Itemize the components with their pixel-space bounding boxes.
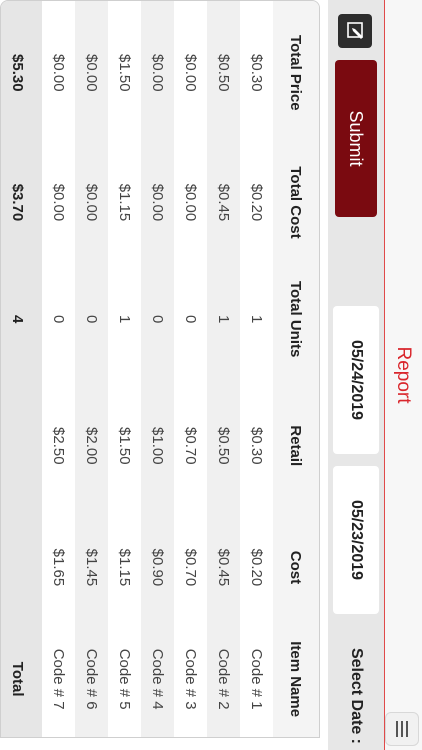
menu-button[interactable]	[385, 712, 419, 746]
total-price: $5.30	[0, 1, 42, 145]
end-date-field[interactable]: 05/24/2019	[333, 306, 379, 454]
edit-button[interactable]	[338, 14, 372, 48]
select-date-label: Select Date :	[348, 647, 365, 744]
header-total-cost: Total Cost	[273, 144, 319, 261]
cell-retail: $1.50	[108, 377, 141, 514]
table-row: Code # 7 $1.65 $2.50 0 $0.00 $0.00	[42, 1, 75, 737]
table-row: Code # 1 $0.20 $0.30 1 $0.20 $0.30	[240, 1, 273, 737]
start-date-field[interactable]: 05/23/2019	[333, 466, 379, 614]
cell-total-cost: $0.20	[240, 144, 273, 261]
table-row: Code # 6 $1.45 $2.00 0 $0.00 $0.00	[75, 1, 108, 737]
cell-total-price: $0.00	[174, 1, 207, 145]
cell-total-units: 0	[75, 260, 108, 378]
cell-retail: $1.00	[141, 377, 174, 514]
header-total-units: Total Units	[273, 260, 319, 378]
cell-cost: $0.45	[207, 513, 240, 622]
cell-retail: $2.50	[42, 377, 75, 514]
navigation-bar: Report	[384, 0, 422, 750]
cell-cost: $1.65	[42, 513, 75, 622]
total-cost: $3.70	[0, 144, 42, 261]
cell-total-cost: $1.15	[108, 144, 141, 261]
header-cost: Cost	[273, 513, 319, 622]
report-toolbar: Submit 05/24/2019 05/23/2019 Select Date…	[328, 0, 384, 750]
table-row: Code # 4 $0.90 $1.00 0 $0.00 $0.00	[141, 1, 174, 737]
cell-total-price: $0.00	[42, 1, 75, 145]
header-total-price: Total Price	[273, 1, 319, 145]
report-table: Item Name Cost Retail Total Units Total …	[0, 1, 319, 737]
table-header-row: Item Name Cost Retail Total Units Total …	[273, 1, 319, 737]
cell-item-name: Code # 2	[207, 621, 240, 737]
cell-cost: $0.70	[174, 513, 207, 622]
cell-total-cost: $0.00	[174, 144, 207, 261]
cell-item-name: Code # 6	[75, 621, 108, 737]
cell-total-price: $0.00	[75, 1, 108, 145]
cell-retail: $0.50	[207, 377, 240, 514]
cell-cost: $1.15	[108, 513, 141, 622]
header-item-name: Item Name	[273, 621, 319, 737]
total-retail-empty	[0, 377, 42, 514]
table-row: Code # 2 $0.45 $0.50 1 $0.45 $0.50	[207, 1, 240, 737]
cell-retail: $0.30	[240, 377, 273, 514]
header-retail: Retail	[273, 377, 319, 514]
cell-item-name: Code # 3	[174, 621, 207, 737]
cell-retail: $0.70	[174, 377, 207, 514]
cell-cost: $0.20	[240, 513, 273, 622]
page-title: Report	[393, 346, 414, 404]
table-row: Code # 5 $1.15 $1.50 1 $1.15 $1.50	[108, 1, 141, 737]
menu-icon	[396, 721, 408, 737]
submit-button[interactable]: Submit	[335, 60, 377, 217]
table-total-row: Total 4 $3.70 $5.30	[0, 1, 42, 737]
report-table-panel: Item Name Cost Retail Total Units Total …	[0, 0, 320, 738]
cell-total-price: $1.50	[108, 1, 141, 145]
cell-retail: $2.00	[75, 377, 108, 514]
cell-total-price: $0.30	[240, 1, 273, 145]
cell-total-price: $0.50	[207, 1, 240, 145]
cell-item-name: Code # 4	[141, 621, 174, 737]
cell-total-cost: $0.00	[141, 144, 174, 261]
cell-total-units: 1	[240, 260, 273, 378]
total-cost-empty	[0, 513, 42, 622]
cell-cost: $1.45	[75, 513, 108, 622]
cell-item-name: Code # 7	[42, 621, 75, 737]
total-units: 4	[0, 260, 42, 378]
cell-total-units: 1	[207, 260, 240, 378]
cell-total-cost: $0.45	[207, 144, 240, 261]
report-screen: Report Submit 05/24/2019 05/23/2019 Sele…	[0, 0, 422, 750]
total-label: Total	[0, 621, 42, 737]
cell-total-units: 0	[42, 260, 75, 378]
cell-total-units: 0	[174, 260, 207, 378]
cell-total-cost: $0.00	[75, 144, 108, 261]
cell-cost: $0.90	[141, 513, 174, 622]
cell-total-units: 0	[141, 260, 174, 378]
edit-icon	[347, 22, 363, 39]
table-row: Code # 3 $0.70 $0.70 0 $0.00 $0.00	[174, 1, 207, 737]
cell-total-price: $0.00	[141, 1, 174, 145]
cell-total-units: 1	[108, 260, 141, 378]
cell-item-name: Code # 1	[240, 621, 273, 737]
cell-item-name: Code # 5	[108, 621, 141, 737]
cell-total-cost: $0.00	[42, 144, 75, 261]
